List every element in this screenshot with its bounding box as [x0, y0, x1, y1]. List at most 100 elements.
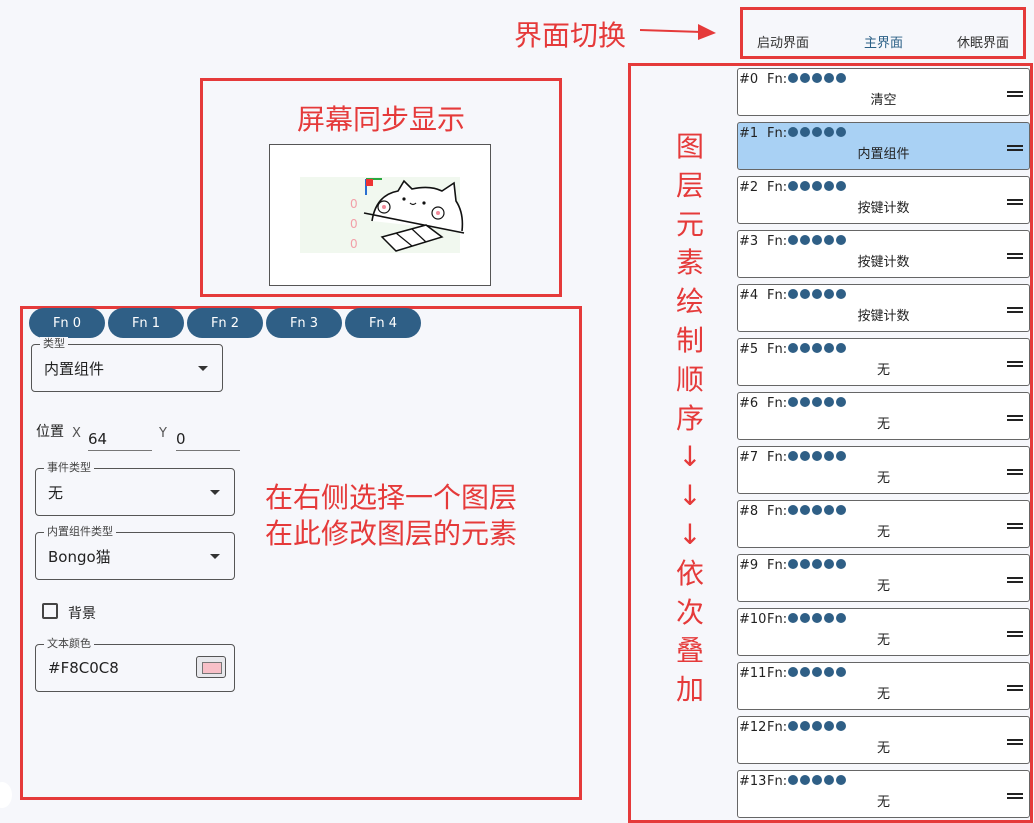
- layer-row[interactable]: #0 Fn: 清空: [737, 68, 1030, 116]
- layer-row[interactable]: #9 Fn: 无: [737, 554, 1030, 602]
- annotation-layer-order-char: 元: [675, 207, 704, 241]
- layer-row[interactable]: #13 Fn: 无: [737, 770, 1030, 818]
- tab-sleep[interactable]: 休眠界面: [957, 32, 1009, 51]
- annotation-hint-2: 在此修改图层的元素: [265, 517, 518, 550]
- drag-handle-icon[interactable]: [1007, 523, 1023, 529]
- layer-type: 无: [876, 363, 890, 378]
- drag-handle-icon[interactable]: [1007, 415, 1023, 421]
- drag-handle-icon[interactable]: [1007, 469, 1023, 475]
- layer-row[interactable]: #6 Fn: 无: [737, 392, 1030, 440]
- layer-row[interactable]: #11 Fn: 无: [737, 662, 1030, 710]
- fn-dot-icon: [824, 343, 834, 353]
- fn-dot-icon: [788, 451, 798, 461]
- fn-dot-icon: [800, 343, 810, 353]
- drag-handle-icon[interactable]: [1007, 685, 1023, 691]
- drag-handle-icon[interactable]: [1007, 307, 1023, 313]
- layer-fn-label: Fn:: [767, 126, 788, 141]
- layer-row[interactable]: #2 Fn: 按键计数: [737, 176, 1030, 224]
- position-x-input[interactable]: 64: [88, 428, 152, 451]
- background-checkbox[interactable]: [42, 603, 58, 619]
- type-value: 内置组件: [44, 359, 105, 378]
- layer-fn-label: Fn:: [767, 720, 788, 735]
- fn-dot-icon: [812, 235, 822, 245]
- layer-type: 无: [876, 795, 890, 810]
- fn-dot-icon: [788, 235, 798, 245]
- layer-row[interactable]: #12 Fn: 无: [737, 716, 1030, 764]
- layer-row[interactable]: #10 Fn: 无: [737, 608, 1030, 656]
- layer-row[interactable]: #1 Fn: 内置组件: [737, 122, 1030, 170]
- layer-fn-label: Fn:: [767, 396, 788, 411]
- layer-type: 无: [876, 525, 890, 540]
- fn-tab-3[interactable]: Fn 3: [266, 308, 342, 338]
- text-color-field[interactable]: 文本颜色 #F8C0C8: [35, 637, 235, 692]
- fn-dot-icon: [800, 559, 810, 569]
- y-label: Y: [159, 426, 167, 441]
- fn-dot-icon: [788, 505, 798, 515]
- layer-row[interactable]: #8 Fn: 无: [737, 500, 1030, 548]
- layer-index: #8: [739, 504, 759, 519]
- fn-dot-icon: [800, 235, 810, 245]
- event-type-select[interactable]: 事件类型 无: [35, 461, 235, 516]
- fn-dot-icon: [788, 289, 798, 299]
- fn-dot-icon: [812, 613, 822, 623]
- position-y-input[interactable]: 0: [176, 428, 240, 451]
- drag-handle-icon[interactable]: [1007, 91, 1023, 97]
- fn-tab-2[interactable]: Fn 2: [187, 308, 263, 338]
- fn-dot-icon: [824, 235, 834, 245]
- layer-index: #4: [739, 288, 759, 303]
- drag-handle-icon[interactable]: [1007, 577, 1023, 583]
- drag-handle-icon[interactable]: [1007, 145, 1023, 151]
- layer-row[interactable]: #7 Fn: 无: [737, 446, 1030, 494]
- layer-type: 无: [876, 579, 890, 594]
- drag-handle-icon[interactable]: [1007, 631, 1023, 637]
- annotation-layer-order-char: 叠: [675, 634, 704, 668]
- fn-dot-icon: [836, 775, 846, 785]
- tab-main[interactable]: 主界面: [864, 32, 903, 51]
- fn-tab-4[interactable]: Fn 4: [345, 308, 421, 338]
- fn-dot-icon: [812, 451, 822, 461]
- drag-handle-icon[interactable]: [1007, 253, 1023, 259]
- drag-handle-icon[interactable]: [1007, 739, 1023, 745]
- fn-dot-icon: [836, 343, 846, 353]
- annotation-layer-order-char: 图: [675, 130, 704, 163]
- fn-dot-icon: [800, 775, 810, 785]
- screen-preview: 0 0 0: [269, 144, 491, 286]
- fn-dot-icon: [824, 559, 834, 569]
- annotation-layer-order-char: ↓: [678, 479, 702, 513]
- tab-startup[interactable]: 启动界面: [757, 32, 809, 51]
- layer-index: #5: [739, 342, 759, 357]
- layer-index: #9: [739, 558, 759, 573]
- position-label: 位置: [36, 424, 64, 440]
- arrow-right-icon: [640, 24, 716, 40]
- builtin-type-select[interactable]: 内置组件类型 Bongo猫: [35, 525, 235, 580]
- drag-handle-icon[interactable]: [1007, 199, 1023, 205]
- chevron-down-icon: [210, 490, 220, 495]
- annotation-screen-sync: 屏幕同步显示: [297, 103, 466, 136]
- fn-tab-0[interactable]: Fn 0: [29, 308, 105, 338]
- fn-dot-icon: [824, 721, 834, 731]
- layer-row[interactable]: #4 Fn: 按键计数: [737, 284, 1030, 332]
- color-swatch-button[interactable]: [196, 656, 226, 678]
- fn-dot-icon: [836, 451, 846, 461]
- drag-handle-icon[interactable]: [1007, 361, 1023, 367]
- layer-row[interactable]: #3 Fn: 按键计数: [737, 230, 1030, 278]
- type-select[interactable]: 类型 内置组件: [31, 337, 223, 392]
- layer-fn-label: Fn:: [767, 180, 788, 195]
- fn-dot-icon: [812, 505, 822, 515]
- fn-indicator-dots: [788, 721, 846, 731]
- scroll-handle[interactable]: [0, 782, 12, 808]
- layer-row[interactable]: #5 Fn: 无: [737, 338, 1030, 386]
- layer-index: #0: [739, 72, 759, 87]
- fn-dot-icon: [824, 73, 834, 83]
- layer-fn-label: Fn:: [767, 612, 788, 627]
- fn-dot-icon: [800, 721, 810, 731]
- fn-tab-1[interactable]: Fn 1: [108, 308, 184, 338]
- fn-indicator-dots: [788, 451, 846, 461]
- fn-dot-icon: [812, 775, 822, 785]
- annotation-layer-order-char: 加: [675, 673, 704, 707]
- preview-counter: 0: [350, 197, 358, 211]
- drag-handle-icon[interactable]: [1007, 793, 1023, 799]
- layer-index: #12: [739, 720, 767, 735]
- fn-dot-icon: [836, 73, 846, 83]
- layer-fn-label: Fn:: [767, 342, 788, 357]
